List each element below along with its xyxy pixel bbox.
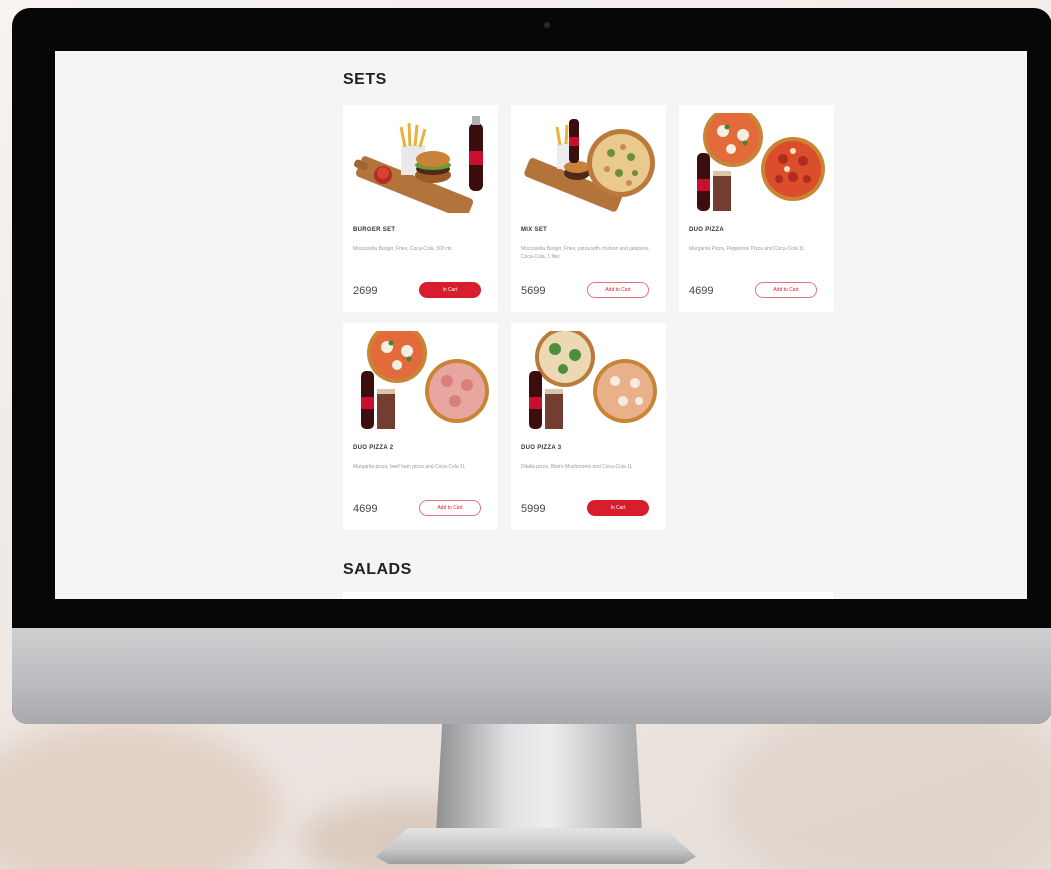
section-title-sets: SETS — [343, 71, 387, 88]
product-description: Mozzarella Burger, Fries, pizza with chi… — [521, 246, 650, 260]
product-name: BURGER SET — [353, 227, 396, 233]
product-name: DUO PIZZA — [689, 227, 725, 233]
product-card[interactable]: DUO PIZZA 3 Ditalia pizza, Bistro Mushro… — [511, 323, 666, 530]
add-to-cart-button[interactable]: Add to Cart — [587, 282, 649, 298]
monitor-base — [376, 828, 696, 864]
salads-cards-peek — [343, 592, 833, 599]
monitor-stand — [436, 724, 642, 832]
in-cart-button[interactable]: In Cart — [419, 282, 481, 298]
product-price: 4699 — [353, 503, 378, 515]
product-description: Mozzarella Burger, Fries, Coca-Cola, 500… — [353, 246, 453, 252]
product-price: 5699 — [521, 285, 546, 297]
product-name: DUO PIZZA 2 — [353, 445, 394, 451]
burger-set-image — [354, 116, 483, 213]
duo-pizza-3-image — [529, 331, 657, 429]
in-cart-button[interactable]: In Cart — [587, 500, 649, 516]
product-card[interactable]: MIX SET Mozzarella Burger, Fries, pizza … — [511, 105, 666, 312]
product-name: MIX SET — [521, 227, 548, 233]
product-card[interactable]: BURGER SET Mozzarella Burger, Fries, Coc… — [343, 105, 498, 312]
camera-icon — [544, 22, 550, 28]
background-blur — [720, 700, 1051, 869]
product-name: DUO PIZZA 3 — [521, 445, 562, 451]
add-to-cart-button[interactable]: Add to Cart — [755, 282, 817, 298]
product-price: 2699 — [353, 285, 378, 297]
screen: SETS BURGER SET Mozzarella Burger, Fries… — [55, 51, 1027, 599]
background-blur — [0, 720, 280, 869]
product-description: Margarita pizza, beef ham pizza and Coca… — [353, 464, 466, 470]
mix-set-image — [524, 119, 655, 212]
add-to-cart-button[interactable]: Add to Cart — [419, 500, 481, 516]
product-description: Margarita Pizza, Pepperoni Pizza and Coc… — [689, 246, 805, 252]
section-title-salads: SALADS — [343, 561, 412, 578]
product-description: Ditalia pizza, Bistro Mushrooms and Coca… — [521, 464, 633, 470]
monitor: SETS BURGER SET Mozzarella Burger, Fries… — [12, 8, 1051, 724]
product-price: 5999 — [521, 503, 546, 515]
product-price: 4699 — [689, 285, 714, 297]
product-card[interactable]: DUO PIZZA Margarita Pizza, Pepperoni Piz… — [679, 105, 834, 312]
product-card[interactable]: DUO PIZZA 2 Margarita pizza, beef ham pi… — [343, 323, 498, 530]
duo-pizza-image — [697, 113, 825, 211]
monitor-chin — [12, 628, 1051, 724]
duo-pizza-2-image — [361, 331, 489, 429]
